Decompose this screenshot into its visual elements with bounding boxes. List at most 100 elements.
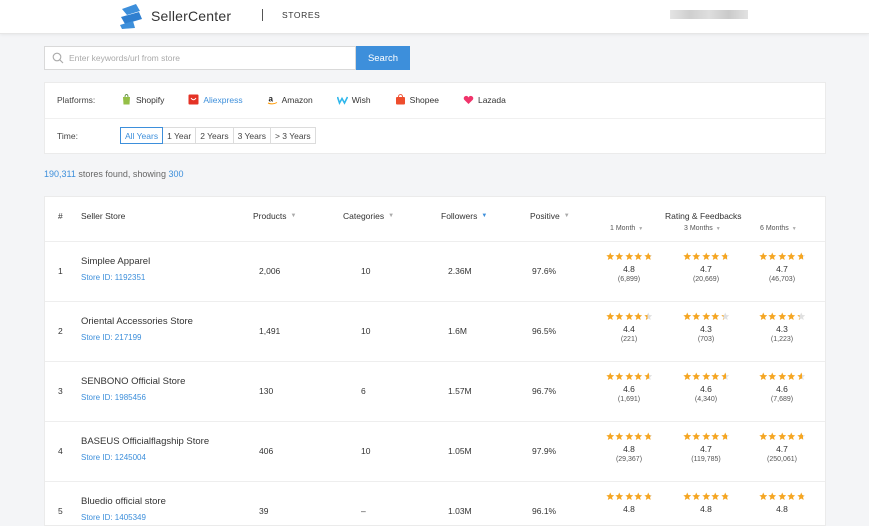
rating-stars	[752, 492, 812, 502]
star-icon	[787, 432, 796, 440]
star-icon	[711, 372, 720, 380]
star-icon	[768, 312, 777, 320]
col-rating-6-months[interactable]: 6 Months ▼	[760, 225, 797, 232]
positive-value: 97.9%	[532, 446, 557, 456]
rating-stars	[599, 432, 659, 442]
star-icon	[615, 372, 624, 380]
rating-count: (1,223)	[770, 336, 794, 343]
col-store-header: Seller Store	[81, 211, 126, 221]
table-row[interactable]: 4 BASEUS Officialflagship Store Store ID…	[45, 421, 825, 481]
store-name[interactable]: SENBONO Official Store	[81, 376, 185, 387]
store-id-link[interactable]: Store ID: 1192351	[81, 273, 150, 282]
time-option-2-years[interactable]: 2 Years	[195, 127, 234, 144]
row-index: 3	[58, 386, 63, 396]
results-summary: 190,311 stores found, showing 300	[44, 169, 184, 179]
products-value: 1,491	[259, 326, 281, 336]
store-name[interactable]: BASEUS Officialflagship Store	[81, 436, 209, 447]
table-row[interactable]: 1 Simplee Apparel Store ID: 1192351 2,00…	[45, 241, 825, 301]
search-input[interactable]	[69, 53, 349, 63]
time-option-1-year[interactable]: 1 Year	[162, 127, 197, 144]
store-name[interactable]: Oriental Accessories Store	[81, 316, 193, 327]
rating-stars	[752, 432, 812, 442]
platform-lazada[interactable]: Lazada	[463, 94, 506, 105]
star-icon	[606, 432, 614, 440]
followers-value: 1.57M	[448, 386, 472, 396]
rating-value: 4.6	[623, 384, 635, 394]
time-option-over-3-years[interactable]: > 3 Years	[269, 127, 316, 144]
positive-value: 96.1%	[532, 506, 557, 516]
store-id-link[interactable]: Store ID: 1245004	[81, 453, 209, 462]
header-divider	[262, 9, 263, 21]
rating-value: 4.8	[623, 504, 635, 514]
store-name[interactable]: Bluedio official store	[81, 496, 166, 507]
table-row[interactable]: 5 Bluedio official store Store ID: 14053…	[45, 481, 825, 525]
star-icon	[606, 492, 614, 500]
search-field[interactable]	[44, 46, 356, 70]
col-rating-3-months[interactable]: 3 Months ▼	[684, 225, 721, 232]
platform-shopee[interactable]: Shopee	[395, 94, 439, 105]
platform-amazon[interactable]: a Amazon	[267, 94, 313, 105]
platform-label: Shopee	[409, 94, 439, 105]
sort-down-icon: ▼	[388, 213, 395, 219]
star-icon	[683, 312, 691, 320]
products-value: 406	[259, 446, 274, 456]
platform-aliexpress[interactable]: Aliexpress	[188, 94, 243, 105]
star-icon	[797, 492, 805, 500]
rating-block: 4.6 (4,340)	[676, 372, 736, 403]
col-categories-header[interactable]: Categories ▼	[343, 211, 394, 221]
star-icon	[634, 492, 643, 500]
rating-value: 4.8	[700, 504, 712, 514]
store-id-link[interactable]: Store ID: 1985456	[81, 393, 185, 402]
store-id-link[interactable]: Store ID: 217199	[81, 333, 193, 342]
shopify-icon	[121, 94, 132, 105]
rating-block: 4.8 (29,367)	[599, 432, 659, 463]
rating-value: 4.4	[623, 324, 635, 334]
star-icon	[787, 492, 796, 500]
star-icon	[721, 372, 729, 380]
star-icon	[683, 492, 691, 500]
header-label: Products	[253, 211, 287, 221]
store-id-link[interactable]: Store ID: 1405349	[81, 513, 166, 522]
platform-shopify[interactable]: Shopify	[121, 94, 164, 105]
logo[interactable]: SellerCenter	[118, 3, 231, 29]
rating-count: (703)	[697, 336, 715, 343]
star-icon	[768, 372, 777, 380]
rating-stars	[752, 312, 812, 322]
col-products-header[interactable]: Products ▼	[253, 211, 297, 221]
time-option-3-years[interactable]: 3 Years	[232, 127, 271, 144]
table-row[interactable]: 2 Oriental Accessories Store Store ID: 2…	[45, 301, 825, 361]
star-icon	[634, 252, 643, 260]
col-followers-header[interactable]: Followers ▼	[441, 211, 487, 221]
sort-down-icon: ▼	[290, 213, 297, 219]
star-icon	[625, 432, 633, 440]
categories-value: 10	[361, 266, 371, 276]
star-icon	[702, 432, 710, 440]
rating-stars	[676, 312, 736, 322]
star-icon	[692, 432, 701, 440]
col-positive-header[interactable]: Positive ▼	[530, 211, 570, 221]
star-icon	[692, 492, 701, 500]
rating-block: 4.7 (250,061)	[752, 432, 812, 463]
brand-name: SellerCenter	[151, 8, 232, 24]
rating-count: (29,367)	[615, 456, 643, 463]
col-rating-1-month[interactable]: 1 Month ▼	[610, 225, 643, 232]
rating-stars	[676, 492, 736, 502]
platform-wish[interactable]: Wish	[336, 94, 371, 105]
star-icon	[606, 252, 614, 260]
store-name[interactable]: Simplee Apparel	[81, 256, 150, 267]
star-icon	[759, 372, 767, 380]
platform-filter-row: Platforms: Shopify Aliexpress a Amazon W…	[57, 94, 530, 105]
table-row[interactable]: 3 SENBONO Official Store Store ID: 19854…	[45, 361, 825, 421]
star-icon	[644, 252, 652, 260]
stores-table: # Seller Store Products ▼ Categories ▼ Fol…	[44, 196, 826, 526]
time-option-all-years[interactable]: All Years	[120, 127, 164, 144]
rating-value: 4.6	[776, 384, 788, 394]
user-account-blurred[interactable]	[670, 10, 748, 19]
nav-stores[interactable]: STORES	[282, 10, 320, 20]
rating-count: (46,703)	[768, 276, 796, 283]
categories-value: –	[361, 506, 366, 516]
rating-block: 4.3 (1,223)	[752, 312, 812, 343]
amazon-icon: a	[267, 94, 278, 105]
star-icon	[787, 252, 796, 260]
search-button[interactable]: Search	[356, 46, 410, 70]
